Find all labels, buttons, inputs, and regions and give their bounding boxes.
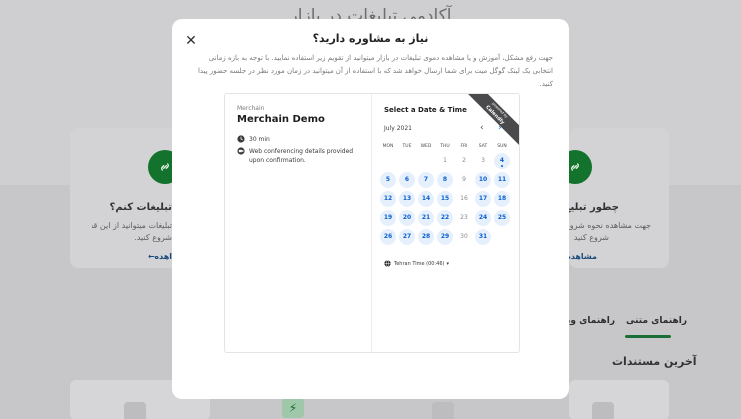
- calendar-day-6[interactable]: 6: [399, 172, 415, 188]
- event-details-panel: Merchain Merchain Demo 30 min Web confer…: [225, 94, 372, 352]
- calendar-day-10[interactable]: 10: [475, 172, 491, 188]
- image-icon: [124, 402, 146, 419]
- date-picker-panel: Select a Date & Time July 2021 ‹ › Tehra…: [372, 94, 519, 352]
- clock-icon: [237, 135, 245, 143]
- calendar-day-29[interactable]: 29: [437, 229, 453, 245]
- tab-text-guide[interactable]: راهنمای متنی: [626, 316, 687, 326]
- background-card-right-desc: جهت مشاهده نحوه شروع تبلیغ: [569, 221, 651, 230]
- lightning-icon: ⚡: [282, 398, 304, 418]
- weekday-header-fri: FRI: [460, 144, 468, 149]
- background-card-right-heading: چطور تبلیغ: [569, 202, 619, 213]
- calendar-day-17[interactable]: 17: [475, 191, 491, 207]
- weekday-header-mon: MON: [382, 144, 394, 149]
- calendar-day-20[interactable]: 20: [399, 210, 415, 226]
- previous-month-button[interactable]: ‹: [480, 123, 484, 133]
- calendar-day-16: 16: [460, 195, 468, 202]
- calendar-day-2: 2: [462, 157, 466, 164]
- caret-down-icon: ▾: [446, 260, 449, 267]
- latest-documents-title: آخرین مستندات: [612, 355, 697, 368]
- calendar-day-25[interactable]: 25: [494, 210, 510, 226]
- timezone-label: Tehran Time (00:46): [394, 260, 445, 267]
- tab-video-guide[interactable]: راهنمای ویدیو: [569, 316, 615, 326]
- conferencing-details: Web conferencing details provided upon c…: [249, 148, 354, 164]
- calendar-day-19[interactable]: 19: [380, 210, 396, 226]
- document-card[interactable]: [569, 380, 669, 419]
- weekday-header-wed: WED: [420, 144, 432, 149]
- calendar-day-5[interactable]: 5: [380, 172, 396, 188]
- calendar-day-7[interactable]: 7: [418, 172, 434, 188]
- calendar-day-21[interactable]: 21: [418, 210, 434, 226]
- calendar-day-24[interactable]: 24: [475, 210, 491, 226]
- calendar-day-15[interactable]: 15: [437, 191, 453, 207]
- calendar-day-31[interactable]: 31: [475, 229, 491, 245]
- calendar-day-12[interactable]: 12: [380, 191, 396, 207]
- background-card-right-link[interactable]: مشاهده: [569, 252, 597, 261]
- calendar-day-28[interactable]: 28: [418, 229, 434, 245]
- background-card-left-heading: تبلیغات کنم؟: [110, 202, 172, 213]
- calendly-scheduling-widget: Merchain Merchain Demo 30 min Web confer…: [224, 93, 520, 353]
- weekday-header-tue: TUE: [402, 144, 412, 149]
- background-card-right[interactable]: [569, 128, 669, 268]
- calendar-day-1: 1: [443, 157, 447, 164]
- calendar-day-30: 30: [460, 233, 468, 240]
- timezone-selector[interactable]: Tehran Time (00:46) ▾: [384, 260, 449, 267]
- background-card-left-desc: تبلیغات میتوانید از این قسمت: [92, 221, 172, 230]
- conferencing-row: Web conferencing details provided upon c…: [237, 147, 363, 165]
- megaphone-icon: [432, 402, 454, 419]
- document-icon: [592, 402, 614, 419]
- calendar-day-18[interactable]: 18: [494, 191, 510, 207]
- calendar-day-27[interactable]: 27: [399, 229, 415, 245]
- calendar-day-26[interactable]: 26: [380, 229, 396, 245]
- background-card-right-desc2: شروع کنید: [573, 233, 609, 242]
- event-duration: 30 min: [249, 136, 270, 143]
- calendar-day-8[interactable]: 8: [437, 172, 453, 188]
- calendar-month-label: July 2021: [384, 125, 412, 132]
- duration-row: 30 min: [237, 135, 270, 144]
- calendar-day-14[interactable]: 14: [418, 191, 434, 207]
- background-card-left-desc2: شروع کنید.: [134, 233, 172, 242]
- calendar-day-22[interactable]: 22: [437, 210, 453, 226]
- date-time-heading: Select a Date & Time: [384, 106, 467, 114]
- active-tab-indicator: [625, 335, 671, 338]
- today-indicator-dot: [501, 165, 503, 167]
- globe-icon: [384, 260, 391, 267]
- arrow-left-icon: ←: [148, 252, 155, 261]
- modal-title: نیاز به مشاوره دارید؟: [312, 32, 429, 45]
- calendar-day-23: 23: [460, 214, 468, 221]
- weekday-header-sun: SUN: [497, 144, 507, 149]
- weekday-header-sat: SAT: [478, 144, 488, 149]
- calendar-day-11[interactable]: 11: [494, 172, 510, 188]
- modal-description: جهت رفع مشکل، آموزش و یا مشاهده دموی تبل…: [197, 54, 553, 88]
- weekday-header-thu: THU: [440, 144, 450, 149]
- video-camera-icon: [237, 147, 245, 155]
- organizer-name: Merchain: [237, 105, 265, 112]
- calendar-day-9: 9: [462, 176, 466, 183]
- calendar-day-3: 3: [481, 157, 485, 164]
- event-name: Merchain Demo: [237, 114, 325, 125]
- calendar-day-13[interactable]: 13: [399, 191, 415, 207]
- consultation-modal: ✕ نیاز به مشاوره دارید؟ جهت رفع مشکل، آم…: [172, 19, 569, 399]
